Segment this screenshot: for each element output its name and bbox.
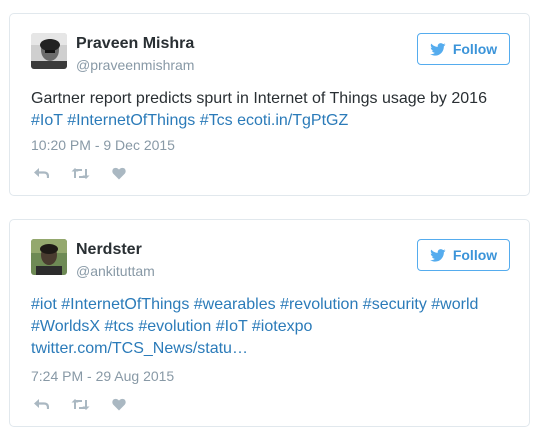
hashtag-link[interactable]: #IoT [31,112,63,129]
hashtag-link[interactable]: #InternetOfThings [61,296,189,313]
display-name[interactable]: Praveen Mishra [76,35,194,53]
hashtag-link[interactable]: #iot [31,296,57,313]
twitter-bird-icon [429,42,446,56]
hashtag-link[interactable]: #InternetOfThings [67,112,195,129]
twitter-bird-icon [429,248,446,262]
tweet-timestamp[interactable]: 10:20 PM - 9 Dec 2015 [31,137,175,153]
hashtag-link[interactable]: #evolution [138,318,211,335]
retweet-button[interactable] [69,395,91,413]
like-icon [112,398,126,411]
hashtag-link[interactable]: #world [431,296,478,313]
url-link[interactable]: ecoti.in/TgPtGZ [237,112,348,129]
reply-icon [33,398,49,410]
display-name[interactable]: Nerdster [76,241,142,259]
like-button[interactable] [108,164,130,182]
user-handle[interactable]: @ankituttam [76,263,155,279]
hashtag-link[interactable]: #security [363,296,427,313]
tweet-card: Nerdster @ankituttam Follow #iot #Intern… [9,219,530,427]
tweet-actions [30,395,147,413]
tweet-actions [30,164,147,182]
follow-button[interactable]: Follow [417,33,510,65]
url-link[interactable]: twitter.com/TCS_News/statu… [31,340,248,357]
retweet-button[interactable] [69,164,91,182]
hashtag-link[interactable]: #IoT [216,318,248,335]
avatar[interactable] [31,239,67,275]
like-button[interactable] [108,395,130,413]
follow-button[interactable]: Follow [417,239,510,271]
tweet-feed: Praveen Mishra @praveenmishram Follow Ga… [0,0,541,436]
hashtag-link[interactable]: #WorldsX [31,318,100,335]
user-handle[interactable]: @praveenmishram [76,57,194,73]
hashtag-link[interactable]: #revolution [280,296,358,313]
retweet-icon [71,398,90,411]
like-icon [112,167,126,180]
tweet-text: #iot #InternetOfThings #wearables #revol… [31,294,511,360]
follow-label: Follow [452,247,498,263]
tweet-body: Gartner report predicts spurt in Interne… [31,90,487,107]
reply-icon [33,167,49,179]
avatar[interactable] [31,33,67,69]
hashtag-link[interactable]: #Tcs [200,112,233,129]
hashtag-link[interactable]: #iotexpo [252,318,313,335]
follow-label: Follow [452,41,498,57]
tweet-card: Praveen Mishra @praveenmishram Follow Ga… [9,13,530,196]
hashtag-link[interactable]: #tcs [105,318,134,335]
retweet-icon [71,167,90,180]
hashtag-link[interactable]: #wearables [194,296,276,313]
reply-button[interactable] [30,395,52,413]
tweet-text: Gartner report predicts spurt in Interne… [31,88,511,132]
reply-button[interactable] [30,164,52,182]
tweet-timestamp[interactable]: 7:24 PM - 29 Aug 2015 [31,368,174,384]
